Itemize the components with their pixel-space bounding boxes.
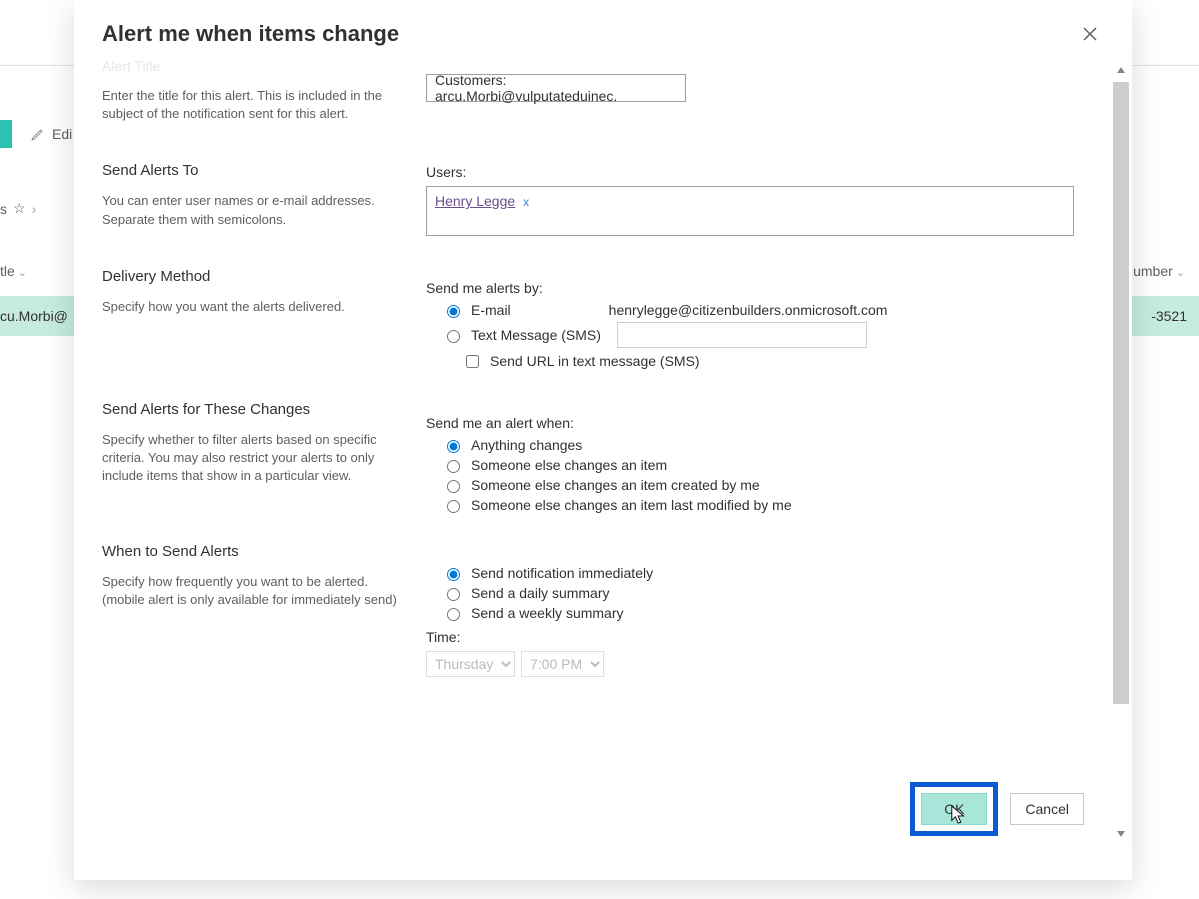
when-option-2[interactable]: Send a weekly summary [442, 605, 1104, 621]
time-select[interactable]: 7:00 PM [521, 651, 604, 677]
alert-dialog: Alert me when items change Alert Title E… [74, 0, 1132, 880]
dialog-footer: OK Cancel [910, 782, 1084, 836]
row-number: -3521 [1151, 308, 1187, 324]
when-radio-1[interactable] [447, 588, 460, 601]
when-option-1[interactable]: Send a daily summary [442, 585, 1104, 601]
when-option-label-1: Send a daily summary [471, 585, 610, 601]
send-to-heading: Send Alerts To [102, 162, 414, 179]
changes-option-label-3: Someone else changes an item last modifi… [471, 497, 792, 513]
changes-radio-1[interactable] [447, 460, 460, 473]
section-when: When to Send Alerts Specify how frequent… [102, 543, 422, 677]
user-chip-remove[interactable]: x [523, 195, 529, 209]
delivery-email-radio[interactable] [447, 305, 460, 318]
section-changes: Send Alerts for These Changes Specify wh… [102, 401, 422, 517]
section-send-to: Send Alerts To You can enter user names … [102, 162, 422, 241]
selection-indicator [0, 120, 12, 148]
delivery-email-row[interactable]: E-mail henrylegge@citizenbuilders.onmicr… [442, 302, 1104, 318]
delivery-sms-url-checkbox[interactable] [466, 355, 479, 368]
delivery-email-label: E-mail [471, 302, 511, 318]
changes-option-label-2: Someone else changes an item created by … [471, 477, 760, 493]
scroll-up-arrow[interactable] [1113, 62, 1129, 78]
when-field: Send notification immediately Send a dai… [426, 543, 1104, 677]
alert-title-desc: Enter the title for this alert. This is … [102, 87, 414, 123]
edit-label: Edi [52, 126, 72, 142]
when-radio-2[interactable] [447, 608, 460, 621]
when-desc: Specify how frequently you want to be al… [102, 573, 414, 609]
delivery-sms-row[interactable]: Text Message (SMS) [442, 322, 1104, 348]
star-icon: ☆ [13, 200, 26, 217]
send-to-field: Users: Henry Legge x [426, 162, 1104, 241]
changes-option-0[interactable]: Anything changes [442, 437, 1104, 453]
alert-title-value: Customers: arcu.Morbi@vulputateduinec. [435, 72, 677, 104]
changes-radio-3[interactable] [447, 500, 460, 513]
section-heading-cut: Alert Title [102, 58, 414, 74]
changes-option-3[interactable]: Someone else changes an item last modifi… [442, 497, 1104, 513]
column-header-title-text: tle [0, 263, 15, 279]
scroll-thumb[interactable] [1113, 82, 1129, 704]
dialog-header: Alert me when items change [74, 0, 1132, 56]
pencil-icon [30, 126, 46, 142]
when-option-label-0: Send notification immediately [471, 565, 653, 581]
delivery-email-value: henrylegge@citizenbuilders.onmicrosoft.c… [609, 302, 888, 318]
row-title: cu.Morbi@ [0, 308, 68, 324]
users-label: Users: [426, 164, 1104, 180]
delivery-heading: Delivery Method [102, 268, 414, 285]
send-to-desc: You can enter user names or e-mail addre… [102, 192, 414, 228]
changes-option-label-0: Anything changes [471, 437, 582, 453]
alert-title-field: Customers: arcu.Morbi@vulputateduinec. [426, 58, 1104, 136]
when-heading: When to Send Alerts [102, 543, 414, 560]
users-input[interactable]: Henry Legge x [426, 186, 1074, 236]
time-selects: Thursday 7:00 PM [426, 651, 1104, 677]
changes-option-1[interactable]: Someone else changes an item [442, 457, 1104, 473]
changes-radio-2[interactable] [447, 480, 460, 493]
close-icon [1082, 26, 1098, 42]
delivery-label: Send me alerts by: [426, 280, 1104, 296]
changes-option-label-1: Someone else changes an item [471, 457, 667, 473]
changes-desc: Specify whether to filter alerts based o… [102, 431, 414, 486]
delivery-sms-radio[interactable] [447, 330, 460, 343]
cancel-button-label: Cancel [1025, 801, 1069, 817]
user-chip-name[interactable]: Henry Legge [435, 193, 515, 209]
changes-field: Send me an alert when: Anything changes … [426, 401, 1104, 517]
changes-heading: Send Alerts for These Changes [102, 401, 414, 418]
chevron-down-icon: ⌄ [18, 267, 27, 279]
delivery-field: Send me alerts by: E-mail henrylegge@cit… [426, 268, 1104, 375]
alert-title-input[interactable]: Customers: arcu.Morbi@vulputateduinec. [426, 74, 686, 102]
breadcrumb-partial[interactable]: s ☆ › [0, 200, 36, 217]
close-button[interactable] [1076, 20, 1104, 48]
section-alert-title: Alert Title Enter the title for this ale… [102, 58, 422, 136]
when-option-0[interactable]: Send notification immediately [442, 565, 1104, 581]
column-header-number[interactable]: umber⌄ [1133, 263, 1185, 279]
ok-button[interactable]: OK [921, 793, 987, 825]
delivery-sms-label: Text Message (SMS) [471, 327, 601, 343]
column-header-title[interactable]: tle⌄ [0, 263, 27, 279]
chevron-right-icon: › [32, 201, 37, 217]
when-option-label-2: Send a weekly summary [471, 605, 624, 621]
changes-option-2[interactable]: Someone else changes an item created by … [442, 477, 1104, 493]
delivery-sms-url-row[interactable]: Send URL in text message (SMS) [462, 352, 1104, 371]
changes-label: Send me an alert when: [426, 415, 1104, 431]
section-delivery: Delivery Method Specify how you want the… [102, 268, 422, 375]
dialog-body: Alert Title Enter the title for this ale… [74, 56, 1132, 880]
when-radio-0[interactable] [447, 568, 460, 581]
delivery-sms-input[interactable] [617, 322, 867, 348]
time-label: Time: [426, 629, 1104, 645]
breadcrumb-tail: s [0, 201, 7, 217]
delivery-desc: Specify how you want the alerts delivere… [102, 298, 414, 316]
user-chip[interactable]: Henry Legge x [435, 193, 529, 209]
ok-button-label: OK [944, 801, 964, 817]
cancel-button[interactable]: Cancel [1010, 793, 1084, 825]
scroll-down-arrow[interactable] [1113, 826, 1129, 842]
edit-button-partial[interactable]: Edi [30, 126, 72, 142]
day-select[interactable]: Thursday [426, 651, 515, 677]
dialog-title: Alert me when items change [102, 21, 399, 47]
delivery-sms-url-label: Send URL in text message (SMS) [490, 353, 700, 369]
chevron-down-icon: ⌄ [1176, 267, 1185, 279]
column-header-number-text: umber [1133, 263, 1173, 279]
changes-radio-0[interactable] [447, 440, 460, 453]
ok-highlight-box: OK [910, 782, 998, 836]
